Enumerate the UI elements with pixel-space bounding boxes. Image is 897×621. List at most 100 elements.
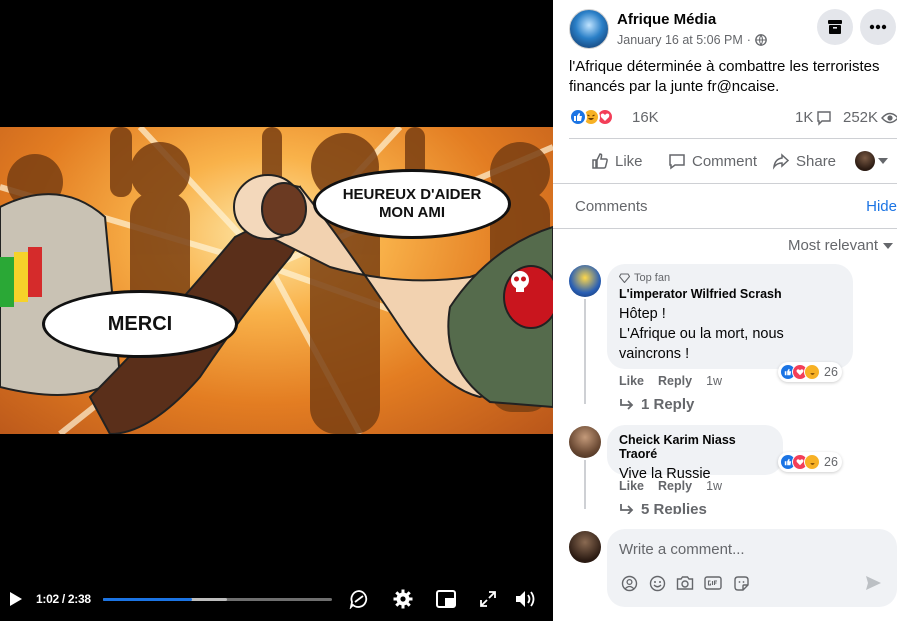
- page-avatar[interactable]: [569, 9, 609, 49]
- thumbs-up-icon: [592, 153, 608, 169]
- post-meta: January 16 at 5:06 PM ·: [617, 33, 767, 47]
- comment-author[interactable]: Cheick Karim Niass Traoré: [619, 433, 771, 461]
- fullscreen-button[interactable]: [477, 588, 499, 610]
- play-button[interactable]: [6, 589, 26, 609]
- comment-count[interactable]: 1K: [795, 109, 832, 126]
- comment-sort-dropdown[interactable]: Most relevant: [788, 237, 893, 254]
- comment-label: Comment: [692, 152, 758, 170]
- comment-button[interactable]: Comment: [668, 144, 757, 178]
- comment-author[interactable]: L'imperator Wilfried Scrash: [619, 287, 841, 301]
- comments-header: Comments Hide: [553, 183, 897, 229]
- heart-glyph: [796, 459, 804, 466]
- emoji-button[interactable]: [647, 573, 667, 593]
- like-button[interactable]: Like: [591, 144, 643, 178]
- picture-in-picture-button[interactable]: [435, 588, 457, 610]
- gif-button[interactable]: [703, 573, 723, 593]
- volume-button[interactable]: [515, 588, 537, 610]
- like-label: Like: [615, 152, 643, 170]
- comment-reply-button[interactable]: Reply: [658, 479, 692, 493]
- ellipsis-icon: [869, 24, 887, 30]
- hide-comments-link[interactable]: Hide: [866, 198, 897, 215]
- post-timestamp[interactable]: January 16 at 5:06 PM: [617, 33, 743, 47]
- replies-count: 1 Reply: [641, 396, 695, 413]
- captions-button[interactable]: [348, 588, 370, 610]
- current-user-avatar[interactable]: [569, 531, 601, 563]
- post-sidebar: Afrique Média January 16 at 5:06 PM · l'…: [553, 0, 897, 621]
- comment-time[interactable]: 1w: [706, 374, 722, 388]
- comment-like-button[interactable]: Like: [619, 374, 644, 388]
- meta-separator: ·: [746, 33, 751, 47]
- avatar-sticker-button[interactable]: [619, 573, 639, 593]
- time-display: 1:02 / 2:38: [36, 592, 91, 606]
- comment-reactions[interactable]: 26: [778, 362, 842, 382]
- comment-reactions[interactable]: 26: [778, 452, 842, 472]
- post-text-line-1: l'Afrique déterminée à combattre les ter…: [569, 58, 880, 75]
- settings-button[interactable]: [392, 588, 414, 610]
- video-frame[interactable]: MERCI HEUREUX D'AIDER MON AMI: [0, 127, 553, 434]
- save-button[interactable]: [817, 9, 853, 45]
- fullscreen-icon: [480, 591, 496, 607]
- thumbs-up-glyph: [784, 368, 792, 376]
- view-replies-link[interactable]: 1 Reply: [619, 396, 694, 413]
- react-as-selector[interactable]: [855, 144, 888, 178]
- sort-label: Most relevant: [787, 237, 878, 254]
- progress-played: [103, 598, 193, 601]
- send-comment-button[interactable]: [863, 573, 883, 593]
- comment-icon: [669, 154, 685, 170]
- comment-actions: Like Reply 1w: [619, 479, 722, 493]
- reactions-summary: 16K 1K 252K: [569, 106, 897, 128]
- top-fan-badge: Top fan: [619, 272, 841, 284]
- like-reaction-icon[interactable]: [569, 108, 587, 126]
- photo-button[interactable]: [675, 573, 695, 593]
- comment-time[interactable]: 1w: [706, 479, 722, 493]
- progress-bar[interactable]: [103, 598, 332, 601]
- commenter-avatar[interactable]: [569, 426, 601, 458]
- post-actions: Like Comment Share: [569, 144, 897, 178]
- comment-text-line-2: L'Afrique ou la mort, nous: [619, 326, 784, 342]
- comment-reaction-count: 26: [824, 455, 838, 469]
- comment-reaction-count: 26: [824, 365, 838, 379]
- gear-icon: [393, 589, 413, 609]
- page-name[interactable]: Afrique Média: [617, 11, 716, 28]
- skull-icon: [511, 271, 529, 292]
- top-fan-label: Top fan: [634, 272, 671, 284]
- heart-glyph: [600, 113, 610, 121]
- sticker-button[interactable]: [731, 573, 751, 593]
- speech-bubble-heureux: HEUREUX D'AIDER MON AMI: [313, 169, 511, 239]
- chevron-down-icon: [878, 158, 888, 164]
- comment-composer: [607, 529, 897, 607]
- speech-bubble-line-2: MON AMI: [378, 204, 446, 221]
- comments-label: Comments: [575, 198, 648, 215]
- globe-icon: [755, 34, 767, 46]
- share-icon: [772, 153, 790, 170]
- comment-text-line-1: Hôtep !: [619, 306, 666, 322]
- send-icon: [865, 576, 881, 590]
- share-label: Share: [796, 152, 837, 170]
- commenter-avatar[interactable]: [569, 265, 601, 297]
- reply-thread-line: [584, 460, 586, 509]
- more-options-button[interactable]: [860, 9, 896, 45]
- view-count-value: 252K: [843, 109, 879, 126]
- comment-like-button[interactable]: Like: [619, 479, 644, 493]
- play-icon: [10, 592, 22, 606]
- pmc-wagner-badge: [503, 265, 553, 329]
- reaction-count[interactable]: 16K: [632, 109, 659, 126]
- comment-text-line-3: vaincrons !: [619, 346, 690, 362]
- post-text-line-2: financés par la junte fr@ncaise.: [569, 78, 780, 95]
- speech-bubble-line-1: HEUREUX D'AIDER: [342, 186, 482, 203]
- comment-reply-button[interactable]: Reply: [658, 374, 692, 388]
- reply-arrow-icon: [620, 398, 634, 410]
- save-icon: [828, 20, 842, 34]
- laughing-face-glyph: [809, 372, 815, 375]
- share-button[interactable]: Share: [772, 144, 836, 178]
- video-player[interactable]: MERCI HEUREUX D'AIDER MON AMI 1:02 / 2:3…: [0, 0, 553, 621]
- heart-glyph: [796, 369, 804, 376]
- comment-bubble: Top fan L'imperator Wilfried Scrash Hôte…: [607, 264, 853, 369]
- cartoon-illustration: [0, 127, 553, 434]
- laughing-face-glyph: [809, 462, 815, 465]
- eye-icon: [881, 112, 897, 123]
- comment-input[interactable]: [619, 539, 879, 559]
- comment-actions: Like Reply 1w: [619, 374, 722, 388]
- video-controls: 1:02 / 2:38: [0, 579, 553, 621]
- user-avatar: [855, 151, 875, 171]
